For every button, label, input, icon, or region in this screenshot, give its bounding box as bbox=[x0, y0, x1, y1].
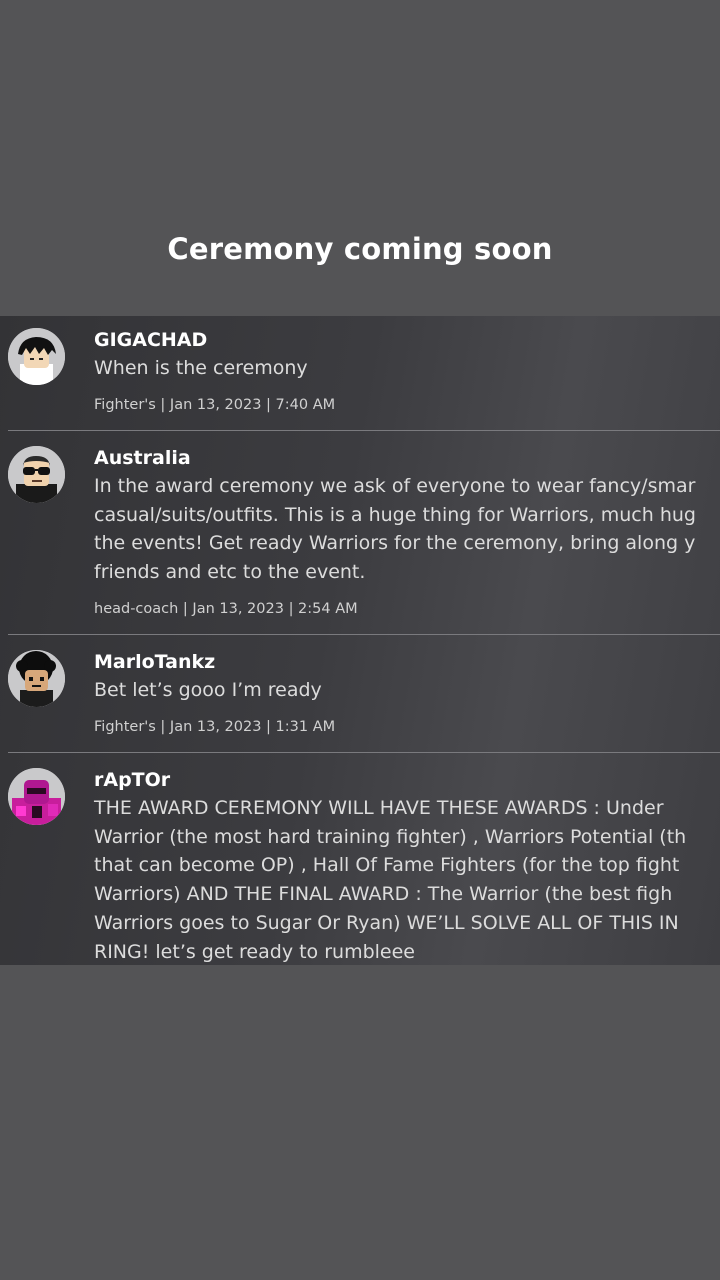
user-avatar-icon[interactable] bbox=[8, 328, 65, 385]
comment-text-line: In the award ceremony we ask of everyone… bbox=[94, 475, 696, 497]
comment-text-line: casual/suits/outfits. This is a huge thi… bbox=[94, 503, 696, 526]
comment-text: THE AWARD CEREMONY WILL HAVE THESE AWARD… bbox=[94, 794, 720, 965]
screen: Ceremony coming soon GIGACHAD When is th… bbox=[0, 0, 720, 1280]
comment-username[interactable]: Australia bbox=[94, 447, 191, 469]
comment-text: Bet let’s gooo I’m ready bbox=[94, 676, 720, 705]
comment-text: When is the ceremony bbox=[94, 354, 720, 383]
comment-text-line: Bet let’s gooo I’m ready bbox=[94, 679, 322, 701]
user-avatar-icon[interactable] bbox=[8, 446, 65, 503]
comment-meta: Fighter's | Jan 13, 2023 | 7:40 AM bbox=[94, 397, 336, 413]
divider bbox=[8, 634, 720, 635]
comment-text-line: Warriors goes to Sugar Or Ryan) WE’LL SO… bbox=[94, 911, 679, 934]
comment-meta: head-coach | Jan 13, 2023 | 2:54 AM bbox=[94, 601, 358, 617]
comment-text-line: friends and etc to the event. bbox=[94, 561, 366, 584]
divider bbox=[8, 752, 720, 753]
comment-meta: Fighter's | Jan 13, 2023 | 1:31 AM bbox=[94, 719, 336, 735]
divider bbox=[8, 430, 720, 431]
comment-username[interactable]: rApTOr bbox=[94, 769, 170, 791]
comment-text: In the award ceremony we ask of everyone… bbox=[94, 472, 720, 587]
user-avatar-icon[interactable] bbox=[8, 768, 65, 825]
comment-text-line: When is the ceremony bbox=[94, 357, 308, 379]
comment-text-line: Warrior (the most hard training fighter)… bbox=[94, 825, 687, 848]
comment-username[interactable]: MarloTankz bbox=[94, 651, 215, 673]
video-caption: Ceremony coming soon bbox=[167, 232, 553, 266]
comment-text-line: the events! Get ready Warriors for the c… bbox=[94, 532, 696, 555]
roblox-avatar-pink-icon bbox=[8, 768, 65, 825]
comments-panel[interactable]: GIGACHAD When is the ceremony Fighter's … bbox=[0, 316, 720, 965]
comment-text-line: RING! let’s get ready to rumbleee bbox=[94, 940, 415, 963]
comment-text-line: Warriors) AND THE FINAL AWARD : The Warr… bbox=[94, 883, 673, 906]
comment-text-line: THE AWARD CEREMONY WILL HAVE THESE AWARD… bbox=[94, 797, 664, 819]
roblox-avatar-afro-icon bbox=[8, 650, 65, 707]
user-avatar-icon[interactable] bbox=[8, 650, 65, 707]
comment-username[interactable]: GIGACHAD bbox=[94, 329, 207, 351]
roblox-avatar-black-hair-icon bbox=[8, 328, 65, 385]
roblox-avatar-sunglasses-icon bbox=[8, 446, 65, 503]
comment-text-line: that can become OP) , Hall Of Fame Fight… bbox=[94, 854, 680, 877]
